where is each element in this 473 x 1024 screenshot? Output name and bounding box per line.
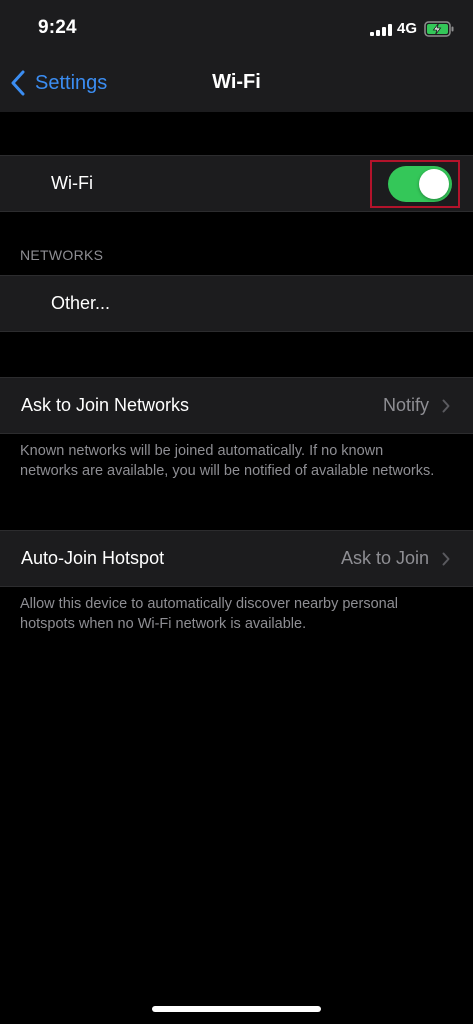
ask-to-join-row[interactable]: Ask to Join Networks Notify [0,377,473,434]
signal-icon [370,24,392,36]
auto-join-hotspot-row[interactable]: Auto-Join Hotspot Ask to Join [0,530,473,587]
chevron-right-icon [442,552,450,566]
ask-to-join-label: Ask to Join Networks [21,395,190,415]
toggle-knob [419,169,449,199]
auto-join-hotspot-footnote: Allow this device to automatically disco… [20,596,398,632]
chevron-right-icon [442,399,450,413]
auto-join-hotspot-value: Ask to Join [340,548,429,568]
network-type-label: 4G [397,20,418,37]
auto-join-hotspot-label: Auto-Join Hotspot [21,548,165,568]
other-network-label: Other... [51,293,111,313]
wifi-toggle-row: Wi-Fi [0,155,473,212]
wifi-label: Wi-Fi [51,173,93,193]
status-time: 9:24 [38,17,77,38]
navigation-bar: Settings Wi-Fi [0,56,473,112]
status-bar: 9:24 4G [0,0,473,56]
other-network-row[interactable]: Other... [0,275,473,332]
ask-to-join-footnote: Known networks will be joined automatica… [20,443,435,479]
networks-section-header: NETWORKS [20,247,104,263]
home-indicator[interactable] [152,1006,321,1012]
ask-to-join-value: Notify [382,395,429,415]
wifi-toggle[interactable] [388,166,452,202]
page-title: Wi-Fi [212,71,261,93]
battery-charging-icon [424,21,454,37]
